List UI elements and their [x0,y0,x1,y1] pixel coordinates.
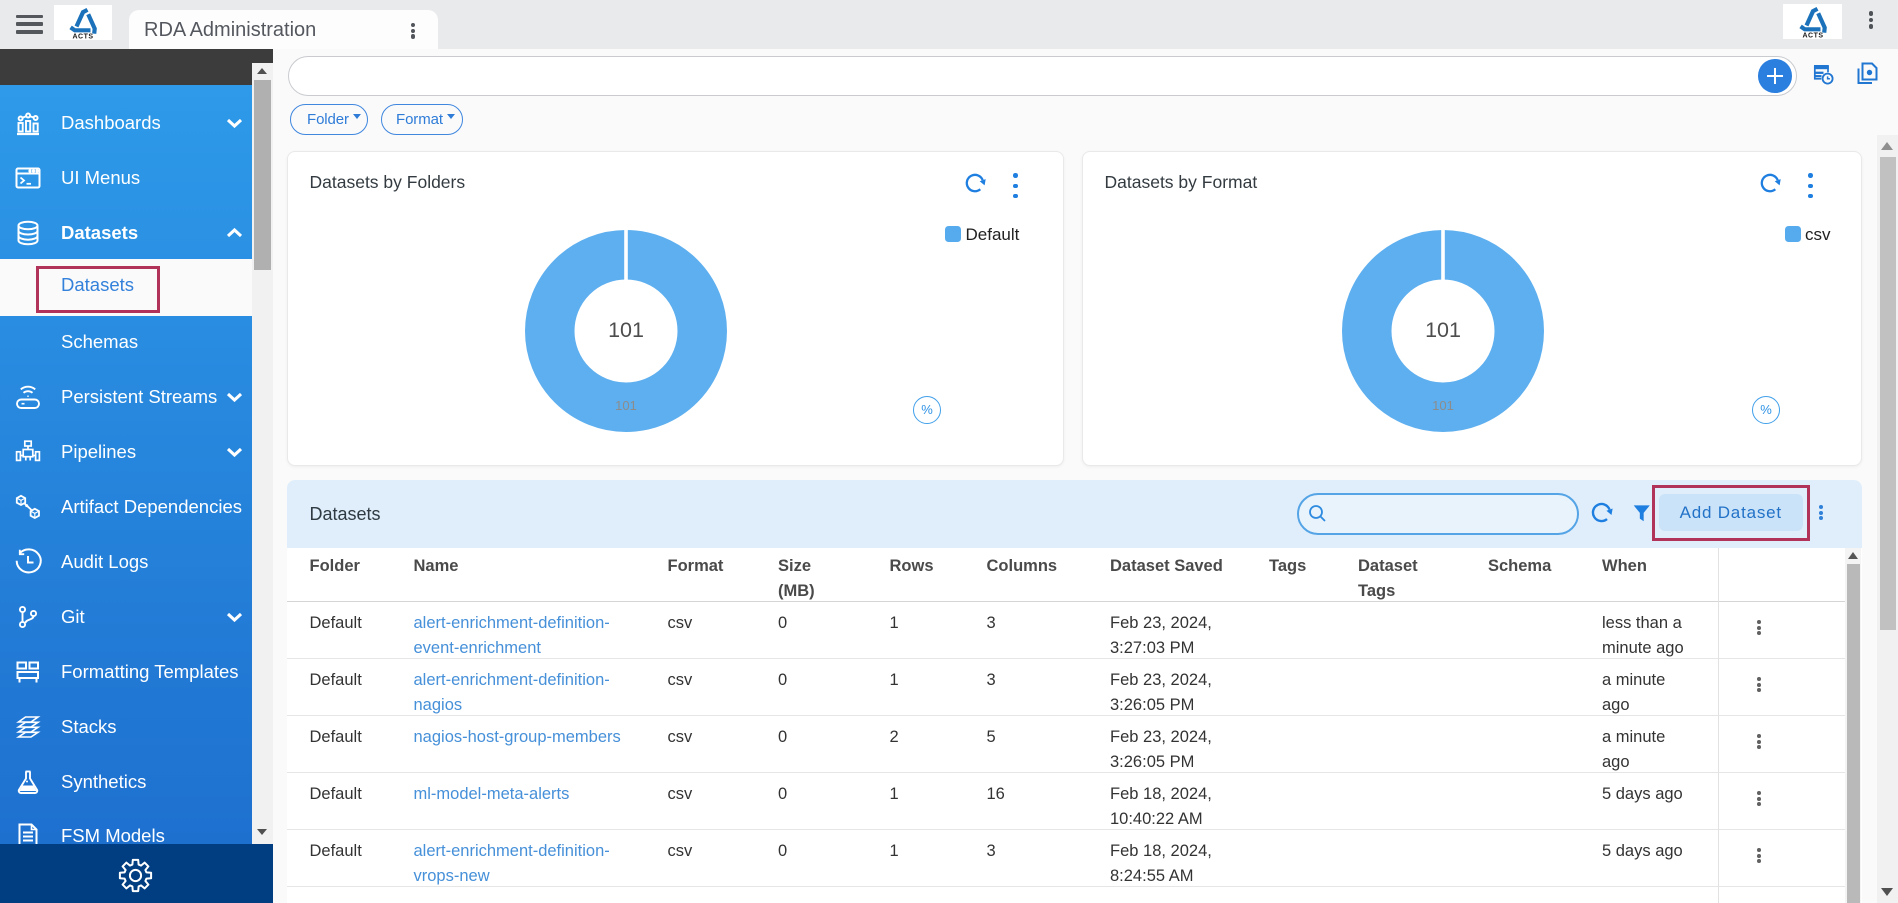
svg-text:ACTS: ACTS [72,34,93,40]
svg-text:ACTS: ACTS [1802,33,1823,39]
